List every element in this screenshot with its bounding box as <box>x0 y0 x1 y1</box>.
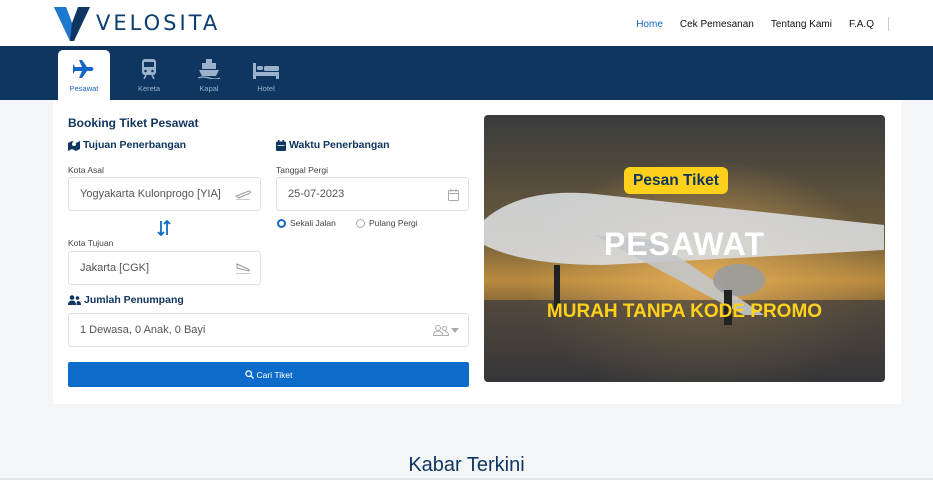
date-label: Tanggal Pergi <box>276 165 328 175</box>
ship-icon <box>198 59 220 79</box>
origin-label: Kota Asal <box>68 165 104 175</box>
passenger-heading-text: Jumlah Penumpang <box>84 294 184 306</box>
nav-cek-pemesanan[interactable]: Cek Pemesanan <box>680 19 754 30</box>
origin-field[interactable]: Yogyakarta Kulonprogo [YIA] <box>68 177 261 211</box>
transport-tab-bar: Pesawat Kereta Kapal Hotel <box>0 46 933 100</box>
users-icon <box>68 295 81 305</box>
tab-pesawat[interactable]: Pesawat <box>58 50 110 100</box>
promo-subline: MURAH TANPA KODE PROMO <box>546 301 823 322</box>
radio-selected-indicator <box>277 218 286 228</box>
tab-label: Kapal <box>199 84 219 93</box>
promo-headline: PESAWAT <box>603 226 766 262</box>
news-section-title: Kabar Terkini <box>408 454 525 476</box>
calendar-icon <box>276 139 286 151</box>
brand-name: VELOSITA <box>96 11 221 35</box>
radio-round-trip-label: Pulang Pergi <box>369 218 418 228</box>
main-nav: Home Cek Pemesanan Tentang Kami F.A.Q <box>619 17 889 31</box>
user-group-icon <box>433 325 449 336</box>
radio-round-trip[interactable]: Pulang Pergi <box>356 218 418 228</box>
tab-label: Pesawat <box>69 84 99 93</box>
destination-value: Jakarta [CGK] <box>80 262 150 274</box>
train-icon <box>142 59 156 79</box>
bed-icon <box>253 63 279 79</box>
plane-landing-icon <box>236 263 250 274</box>
route-heading-text: Tujuan Penerbangan <box>83 139 187 151</box>
logo-v-icon <box>54 7 90 41</box>
route-heading: Tujuan Penerbangan <box>68 139 186 151</box>
promo-banner[interactable]: Pesan Tiket PESAWAT MURAH TANPA KODE PRO… <box>484 115 885 382</box>
passenger-heading: Jumlah Penumpang <box>68 294 184 306</box>
radio-unselected-indicator <box>356 218 365 228</box>
chevron-down-icon <box>451 328 459 333</box>
tab-label: Hotel <box>257 84 275 93</box>
plane-takeoff-icon <box>235 190 251 200</box>
top-header: VELOSITA Home Cek Pemesanan Tentang Kami… <box>0 0 933 46</box>
passenger-dropdown-indicator <box>433 325 459 336</box>
tab-kapal[interactable]: Kapal <box>183 50 235 100</box>
map-icon <box>68 140 80 151</box>
radio-one-way[interactable]: Sekali Jalan <box>277 218 336 228</box>
promo-tag: Pesan Tiket <box>624 167 728 194</box>
booking-card: Booking Tiket Pesawat Tujuan Penerbangan… <box>53 100 901 404</box>
date-value: 25-07-2023 <box>288 188 345 200</box>
passenger-dropdown[interactable]: 1 Dewasa, 0 Anak, 0 Bayi <box>68 313 469 347</box>
brand-logo[interactable]: VELOSITA <box>54 5 220 41</box>
tab-label: Kereta <box>137 84 161 93</box>
nav-faq[interactable]: F.A.Q <box>849 19 874 30</box>
search-ticket-button[interactable]: Cari Tiket <box>68 362 469 387</box>
nav-tentang-kami[interactable]: Tentang Kami <box>771 19 832 30</box>
time-heading-text: Waktu Penerbangan <box>289 139 390 151</box>
origin-value: Yogyakarta Kulonprogo [YIA] <box>80 188 221 200</box>
passenger-value: 1 Dewasa, 0 Anak, 0 Bayi <box>80 324 206 336</box>
form-title: Booking Tiket Pesawat <box>68 116 199 130</box>
search-ticket-label: Cari Tiket <box>256 369 293 380</box>
destination-field[interactable]: Jakarta [CGK] <box>68 251 261 285</box>
date-field[interactable]: 25-07-2023 <box>276 177 469 211</box>
plane-icon <box>73 60 94 78</box>
swap-direction-icon[interactable] <box>157 220 171 236</box>
nav-home[interactable]: Home <box>636 19 663 30</box>
nav-divider <box>888 17 889 31</box>
calendar-outline-icon <box>448 189 459 201</box>
radio-one-way-label: Sekali Jalan <box>290 218 336 228</box>
tab-hotel[interactable]: Hotel <box>240 50 292 100</box>
time-heading: Waktu Penerbangan <box>276 139 390 151</box>
destination-label: Kota Tujuan <box>68 238 114 248</box>
search-icon <box>244 370 254 379</box>
tab-kereta[interactable]: Kereta <box>123 50 175 100</box>
